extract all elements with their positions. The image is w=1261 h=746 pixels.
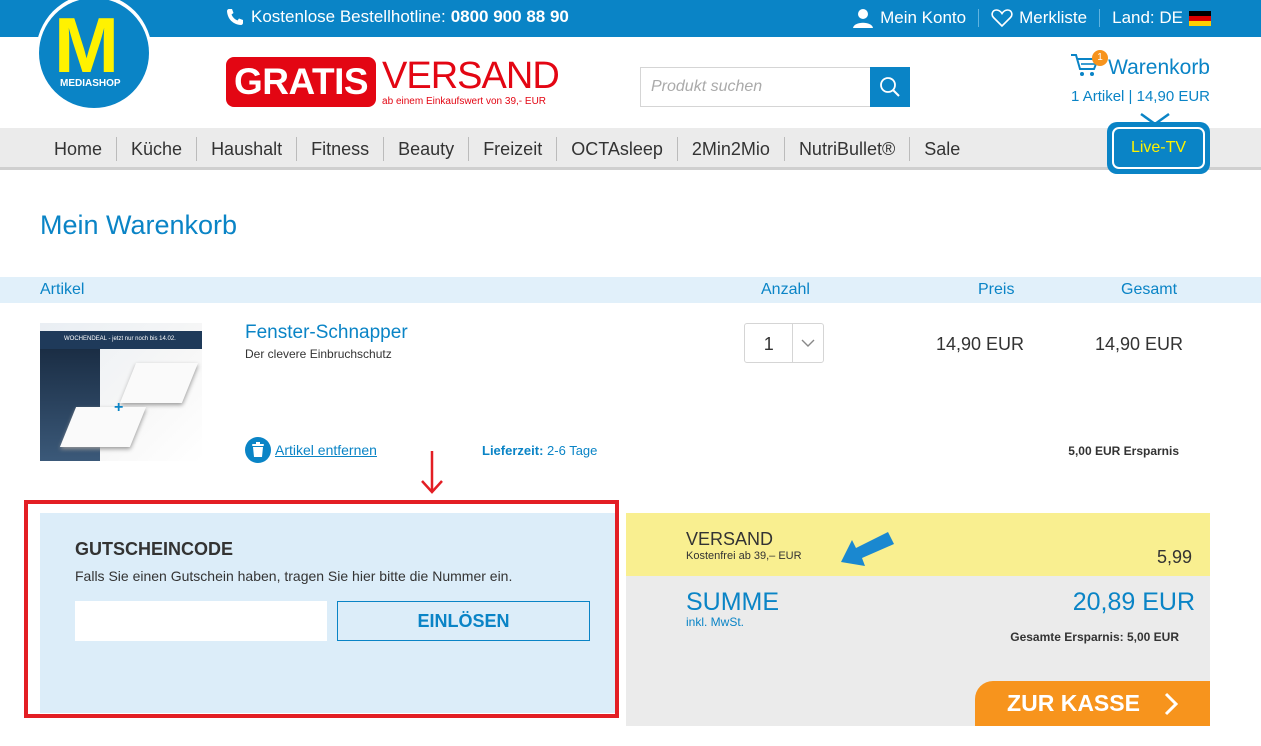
- highlight-frame: [24, 500, 619, 718]
- checkout-button[interactable]: ZUR KASSE: [975, 681, 1210, 726]
- product-subtitle: Der clevere Einbruchschutz: [245, 347, 392, 361]
- plus-icon: +: [114, 399, 124, 416]
- delivery-label: Lieferzeit:: [482, 443, 544, 458]
- checkout-label: ZUR KASSE: [1007, 690, 1140, 716]
- wishlist-label: Merkliste: [1019, 8, 1088, 27]
- main-navigation: Home Küche Haushalt Fitness Beauty Freiz…: [0, 128, 1261, 170]
- trash-icon: [245, 437, 271, 463]
- wishlist-link[interactable]: Merkliste: [991, 8, 1087, 28]
- nav-item-kueche[interactable]: Küche: [117, 137, 198, 161]
- product-image-banner: WOCHENDEAL - jetzt nur noch bis 14.02.: [40, 331, 202, 349]
- quantity-select[interactable]: 1: [744, 323, 824, 363]
- chevron-right-icon: [1164, 692, 1178, 715]
- search-icon: [880, 77, 900, 97]
- country-label: Land: DE: [1112, 8, 1183, 27]
- page-title: Mein Warenkorb: [40, 210, 238, 240]
- nav-item-2min2mio[interactable]: 2Min2Mio: [678, 137, 785, 161]
- mediashop-logo[interactable]: M MEDIASHOP: [36, 0, 152, 112]
- header-total: Gesamt: [1121, 281, 1178, 298]
- gratis-label: GRATIS: [226, 57, 377, 108]
- product-name[interactable]: Fenster-Schnapper: [245, 322, 408, 344]
- sum-note: inkl. MwSt.: [686, 615, 745, 629]
- divider: [978, 9, 980, 27]
- nav-item-nutribullet[interactable]: NutriBullet®: [785, 137, 911, 161]
- search-bar: [640, 67, 910, 107]
- nav-item-octasleep[interactable]: OCTAsleep: [557, 137, 678, 161]
- cart-count-badge: 1: [1092, 50, 1109, 66]
- shipping-label: VERSAND: [686, 529, 774, 549]
- search-input[interactable]: [640, 67, 870, 107]
- mini-cart[interactable]: 1 Warenkorb 1 Artikel | 14,90 EUR: [1070, 50, 1210, 105]
- chevron-down-icon: [792, 324, 823, 362]
- sum-value: 20,89 EUR: [1072, 588, 1195, 616]
- hotline: Kostenlose Bestellhotline: 0800 900 88 9…: [225, 7, 569, 27]
- versand-block: VERSAND ab einem Einkaufswert von 39,- E…: [382, 55, 560, 107]
- live-tv-button[interactable]: Live-TV: [1107, 122, 1210, 174]
- free-shipping-banner: GRATIS VERSAND ab einem Einkaufswert von…: [226, 55, 560, 108]
- logo-circle: M MEDIASHOP: [39, 0, 149, 108]
- search-button[interactable]: [870, 67, 910, 107]
- nav-item-beauty[interactable]: Beauty: [384, 137, 470, 161]
- phone-icon: [227, 9, 243, 25]
- logo-letter: M: [54, 1, 119, 89]
- header-qty: Anzahl: [761, 281, 810, 298]
- header-article: Artikel: [40, 281, 85, 298]
- logo-text: MEDIASHOP: [60, 78, 121, 89]
- versand-label: VERSAND: [382, 55, 560, 97]
- hotline-label: Kostenlose Bestellhotline:: [251, 7, 446, 26]
- hotline-number[interactable]: 0800 900 88 90: [451, 7, 569, 27]
- divider: [1099, 9, 1101, 27]
- sum-label: SUMME: [686, 588, 780, 616]
- product-image-part: [119, 363, 199, 403]
- nav-item-sale[interactable]: Sale: [910, 137, 974, 161]
- cart-icon: 1: [1070, 50, 1109, 84]
- item-total: 14,90 EUR: [1095, 334, 1184, 354]
- nav-item-haushalt[interactable]: Haushalt: [197, 137, 298, 161]
- cart-title-row: 1 Warenkorb: [1070, 50, 1210, 84]
- account-link[interactable]: Mein Konto: [852, 8, 966, 28]
- versand-subtext: ab einem Einkaufswert von 39,- EUR: [382, 95, 547, 107]
- live-tv-label: Live-TV: [1112, 127, 1205, 169]
- shipping-value: 5,99: [1156, 547, 1192, 567]
- red-arrow-down-icon: [421, 451, 443, 494]
- nav-item-fitness[interactable]: Fitness: [297, 137, 385, 161]
- header-price: Preis: [978, 281, 1015, 298]
- country-selector[interactable]: Land: DE: [1112, 8, 1211, 28]
- product-image-part: [59, 407, 147, 447]
- cart-table-header: Artikel Anzahl Preis Gesamt: [0, 277, 1261, 303]
- shipping-row: VERSAND Kostenfrei ab 39,– EUR 5,99: [626, 513, 1210, 576]
- remove-item-link[interactable]: Artikel entfernen: [245, 437, 377, 463]
- shipping-note: Kostenfrei ab 39,– EUR: [686, 550, 802, 562]
- product-image[interactable]: WOCHENDEAL - jetzt nur noch bis 14.02. +: [40, 323, 202, 461]
- nav-item-freizeit[interactable]: Freizeit: [469, 137, 558, 161]
- account-label: Mein Konto: [880, 8, 967, 27]
- cart-title: Warenkorb: [1108, 56, 1210, 79]
- user-icon: [853, 9, 874, 28]
- item-price: 14,90 EUR: [936, 334, 1025, 354]
- remove-item-label: Artikel entfernen: [275, 442, 377, 458]
- item-savings: 5,00 EUR Ersparnis: [1068, 444, 1179, 458]
- blue-arrow-icon: [841, 532, 894, 566]
- delivery-value: 2-6 Tage: [547, 443, 598, 458]
- cart-summary: 1 Artikel | 14,90 EUR: [1071, 88, 1210, 105]
- top-bar: Kostenlose Bestellhotline: 0800 900 88 9…: [0, 0, 1261, 37]
- heart-icon: [991, 9, 1013, 28]
- account-links: Mein Konto Merkliste Land: DE: [852, 8, 1211, 28]
- delivery-time: Lieferzeit: 2-6 Tage: [482, 443, 597, 458]
- germany-flag-icon: [1189, 10, 1211, 26]
- quantity-value: 1: [763, 334, 774, 354]
- nav-item-home[interactable]: Home: [40, 137, 118, 161]
- total-savings: Gesamte Ersparnis: 5,00 EUR: [1010, 630, 1179, 644]
